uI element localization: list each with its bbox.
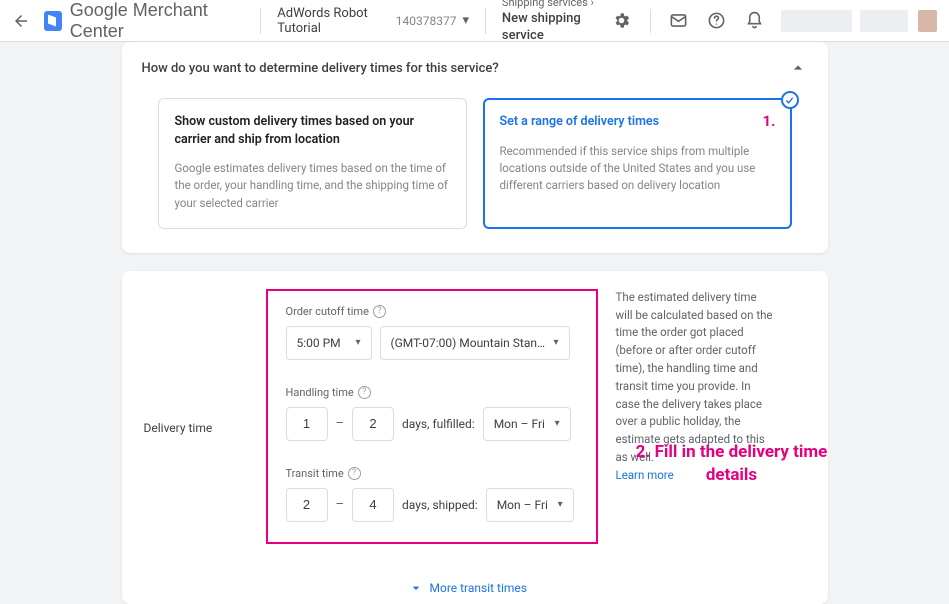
avatar[interactable] — [918, 10, 938, 32]
handling-suffix: days, fulfilled: — [402, 417, 475, 431]
chevron-down-icon — [408, 580, 424, 596]
merchant-center-logo-icon — [44, 11, 62, 31]
annotation-two: 2. Fill in the delivery time details — [632, 441, 832, 487]
collapse-icon[interactable] — [788, 58, 808, 78]
transit-suffix: days, shipped: — [402, 498, 478, 512]
divider — [260, 8, 261, 34]
account-switcher[interactable]: AdWords Robot Tutorial 140378377 ▾ — [277, 6, 469, 36]
handling-max-input[interactable] — [352, 407, 394, 441]
check-icon — [781, 91, 799, 109]
more-transit-times-button[interactable]: More transit times — [408, 580, 527, 596]
help-icon[interactable]: ? — [373, 305, 386, 318]
option-desc: Recommended if this service ships from m… — [500, 143, 775, 195]
caret-down-icon: ▾ — [558, 499, 563, 510]
transit-max-input[interactable] — [352, 488, 394, 522]
caret-down-icon: ▾ — [553, 337, 558, 348]
back-arrow-icon[interactable] — [12, 11, 30, 31]
account-name: AdWords Robot Tutorial — [277, 6, 390, 36]
mail-icon[interactable] — [669, 11, 689, 31]
transit-label: Transit time ? — [286, 467, 578, 480]
option-range-times[interactable]: Set a range of delivery times 1. Recomme… — [483, 98, 792, 229]
divider — [485, 8, 486, 34]
header-actions — [612, 9, 765, 33]
handling-days-select[interactable]: Mon – Fri▾ — [483, 407, 571, 441]
bell-icon[interactable] — [745, 11, 765, 31]
card-title: How do you want to determine delivery ti… — [142, 61, 499, 76]
gear-icon[interactable] — [612, 11, 632, 31]
breadcrumb-current: New shipping service — [502, 11, 612, 45]
breadcrumb: Shipping services › New shipping service — [502, 0, 612, 45]
cutoff-label: Order cutoff time ? — [286, 305, 578, 318]
brand-title: Google Merchant Center — [70, 0, 245, 42]
option-title: Set a range of delivery times — [500, 113, 775, 131]
highlighted-form-region: Order cutoff time ? 5:00 PM▾ (GMT-07:00)… — [266, 289, 598, 544]
app-header: Google Merchant Center AdWords Robot Tut… — [0, 0, 949, 42]
caret-down-icon: ▾ — [555, 418, 560, 429]
redacted-region — [860, 10, 908, 32]
delivery-time-card: Delivery time Order cutoff time ? 5:00 P… — [122, 271, 828, 604]
divider — [650, 9, 651, 33]
help-icon[interactable] — [707, 11, 727, 31]
option-custom-times[interactable]: Show custom delivery times based on your… — [158, 98, 467, 229]
caret-down-icon: ▾ — [463, 13, 470, 28]
handling-min-input[interactable] — [286, 407, 328, 441]
help-icon[interactable]: ? — [358, 386, 371, 399]
account-id: 140378377 — [396, 14, 457, 28]
delivery-info-text: The estimated delivery time will be calc… — [598, 289, 796, 544]
main-content: How do you want to determine delivery ti… — [0, 42, 949, 604]
redacted-region — [781, 10, 852, 32]
option-desc: Google estimates delivery times based on… — [175, 160, 450, 212]
caret-down-icon: ▾ — [355, 337, 360, 348]
section-label: Delivery time — [122, 289, 266, 544]
transit-min-input[interactable] — [286, 488, 328, 522]
transit-days-select[interactable]: Mon – Fri▾ — [486, 488, 574, 522]
breadcrumb-parent[interactable]: Shipping services › — [502, 0, 612, 11]
range-dash: – — [336, 416, 345, 431]
annotation-one: 1. — [763, 112, 776, 130]
handling-label: Handling time ? — [286, 386, 578, 399]
cutoff-timezone-select[interactable]: (GMT-07:00) Mountain Stand…▾ — [380, 326, 570, 360]
delivery-method-card: How do you want to determine delivery ti… — [122, 42, 828, 253]
help-icon[interactable]: ? — [348, 467, 361, 480]
cutoff-time-select[interactable]: 5:00 PM▾ — [286, 326, 372, 360]
range-dash: – — [336, 497, 345, 512]
option-title: Show custom delivery times based on your… — [175, 113, 450, 148]
